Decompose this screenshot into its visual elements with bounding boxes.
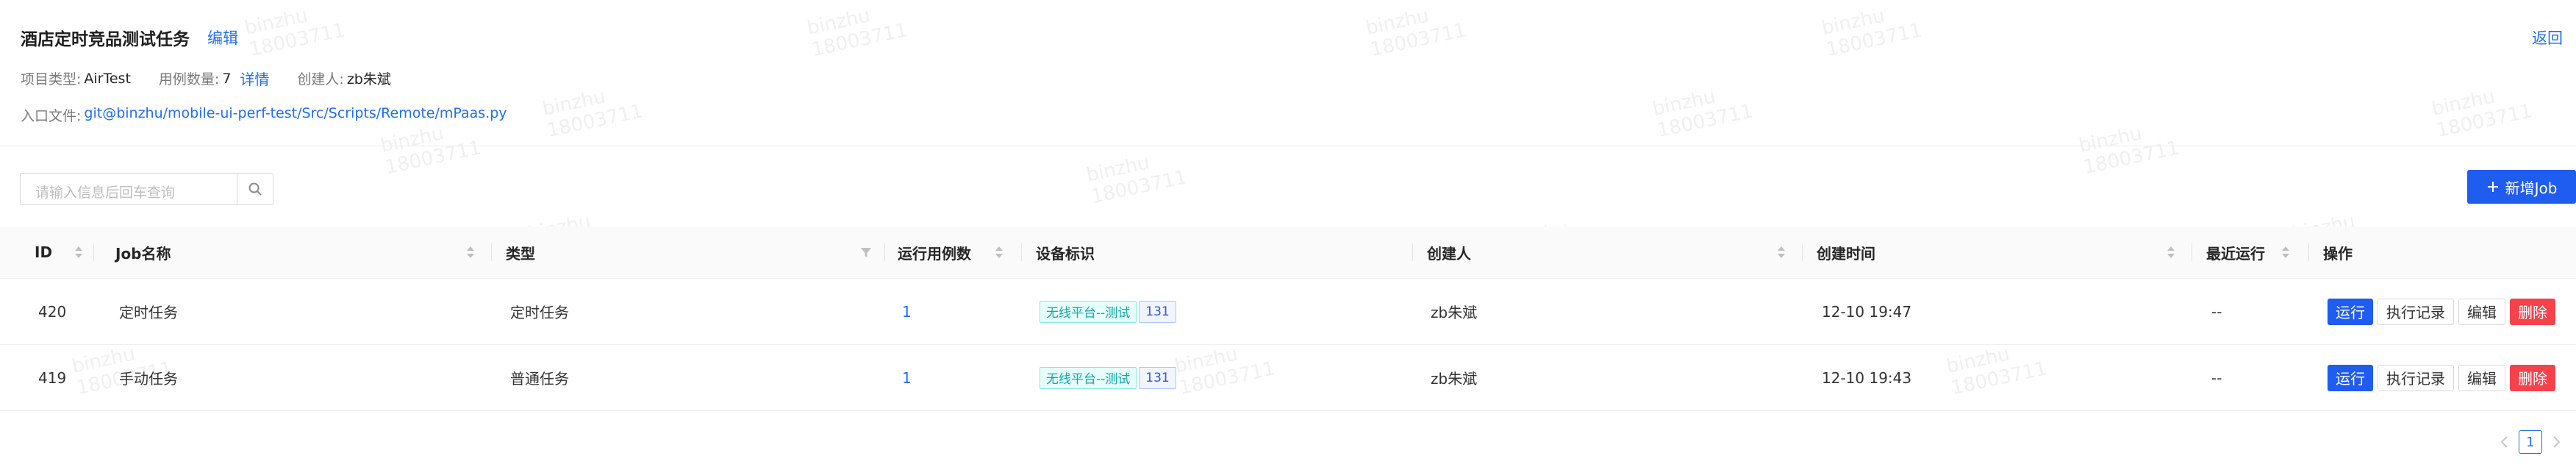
cell-last-run: -- <box>2211 302 2222 321</box>
cell-id: 420 <box>38 302 67 321</box>
watermark: binzhu18003711 <box>2077 122 2182 179</box>
sort-icon[interactable] <box>74 245 84 260</box>
col-header-creator[interactable]: 创建人 <box>1427 227 1471 278</box>
add-job-button[interactable]: 新增Job <box>2467 170 2576 204</box>
task-header: 酒店定时竞品测试任务 编辑 <box>21 25 238 50</box>
watermark: binzhu18003711 <box>805 4 910 62</box>
cell-case-count-link[interactable]: 1 <box>902 279 912 344</box>
table-row: 419 手动任务 普通任务 1 无线平台--测试 131 zb朱斌 12-10 … <box>0 345 2576 411</box>
cell-device: 无线平台--测试 131 <box>1040 279 1176 344</box>
device-count-tag: 131 <box>1139 300 1176 323</box>
cell-creator: zb朱斌 <box>1431 304 1478 321</box>
cell-creator: zb朱斌 <box>1431 370 1478 388</box>
page: binzhu 18003711 binzhu 18003711 binzhu 1800… <box>0 0 2576 467</box>
project-type-label: 项目类型: <box>21 71 82 88</box>
column-separator <box>93 243 94 261</box>
col-header-last-run[interactable]: 最近运行 <box>2206 227 2265 278</box>
column-separator <box>2308 243 2309 261</box>
cell-created-at: 12-10 19:47 <box>1822 302 1912 321</box>
entry-file-label: 入口文件: <box>21 108 82 124</box>
case-count-label: 用例数量: <box>158 71 220 88</box>
column-separator <box>1021 243 1022 261</box>
cell-actions: 运行 执行记录 编辑 删除 <box>2328 345 2555 410</box>
table-header: ID Job名称 类型 运行用例数 设备标识 创建人 创建时间 最近运行 操作 <box>0 227 2576 279</box>
delete-button[interactable]: 删除 <box>2510 298 2555 325</box>
case-detail-link[interactable]: 详情 <box>240 68 269 89</box>
history-button[interactable]: 执行记录 <box>2378 298 2454 325</box>
col-header-case-count[interactable]: 运行用例数 <box>898 227 971 278</box>
column-separator <box>491 243 492 261</box>
case-count-value: 7 <box>222 70 232 87</box>
device-tag: 无线平台--测试 <box>1040 366 1137 389</box>
entry-file-link[interactable]: git@binzhu/mobile-ui-perf-test/Src/Scrip… <box>84 105 507 125</box>
col-header-device: 设备标识 <box>1036 244 1095 263</box>
edit-button[interactable]: 编辑 <box>2458 298 2505 325</box>
cell-type: 普通任务 <box>510 370 569 388</box>
cell-actions: 运行 执行记录 编辑 删除 <box>2328 279 2555 344</box>
col-header-type: 类型 <box>506 244 535 263</box>
watermark: binzhu18003711 <box>243 4 348 62</box>
add-job-label: 新增Job <box>2505 179 2558 197</box>
device-count-tag: 131 <box>1139 366 1176 389</box>
search-icon <box>248 182 262 196</box>
run-button[interactable]: 运行 <box>2328 364 2373 391</box>
delete-button[interactable]: 删除 <box>2510 364 2555 391</box>
project-type-value: AirTest <box>84 70 131 87</box>
search-input[interactable]: 请输入信息后回车查询 <box>20 173 237 205</box>
watermark: binzhu18003711 <box>540 85 645 143</box>
cell-last-run: -- <box>2211 368 2222 387</box>
col-header-created-at[interactable]: 创建时间 <box>1817 227 1875 278</box>
edit-task-link[interactable]: 编辑 <box>207 26 238 49</box>
col-header-job-name[interactable]: Job名称 <box>115 227 171 278</box>
watermark: binzhu18003711 <box>1650 85 1756 143</box>
sort-icon[interactable] <box>465 245 476 260</box>
cell-job-name: 手动任务 <box>119 370 178 388</box>
creator-value: zb朱斌 <box>346 71 391 88</box>
chevron-left-icon[interactable] <box>2500 435 2510 449</box>
page-title: 酒店定时竞品测试任务 <box>21 30 190 49</box>
search-button[interactable] <box>237 173 273 205</box>
page-number-current[interactable]: 1 <box>2519 430 2542 454</box>
watermark: binzhu18003711 <box>2430 85 2535 143</box>
watermark: binzhu18003711 <box>1084 151 1189 209</box>
pagination: 1 <box>2500 430 2561 454</box>
edit-button[interactable]: 编辑 <box>2458 364 2505 391</box>
watermark: binzhu18003711 <box>1820 4 1925 62</box>
cell-case-count-link[interactable]: 1 <box>902 345 912 410</box>
chevron-right-icon[interactable] <box>2551 435 2561 449</box>
cell-type: 定时任务 <box>510 304 569 321</box>
table-row: 420 定时任务 定时任务 1 无线平台--测试 131 zb朱斌 12-10 … <box>0 279 2576 345</box>
col-header-id[interactable]: ID <box>35 227 52 278</box>
cell-created-at: 12-10 19:43 <box>1822 368 1912 387</box>
filter-icon[interactable] <box>860 245 872 260</box>
column-separator <box>884 243 885 261</box>
cell-device: 无线平台--测试 131 <box>1040 345 1176 410</box>
column-separator <box>1412 243 1413 261</box>
task-meta: 项目类型: AirTest 用例数量: 7 详情 创建人: zb朱斌 <box>21 68 391 89</box>
cell-job-name: 定时任务 <box>119 304 178 321</box>
sort-icon[interactable] <box>1776 245 1786 260</box>
column-separator <box>1802 243 1803 261</box>
sort-icon[interactable] <box>2280 245 2291 260</box>
watermark: binzhu18003711 <box>1364 4 1469 62</box>
col-header-actions: 操作 <box>2323 244 2353 263</box>
plus-icon <box>2487 182 2498 192</box>
cell-id: 419 <box>38 368 67 387</box>
device-tag: 无线平台--测试 <box>1040 300 1137 323</box>
back-link[interactable]: 返回 <box>2532 26 2563 49</box>
entry-file: 入口文件: git@binzhu/mobile-ui-perf-test/Src… <box>21 105 507 125</box>
history-button[interactable]: 执行记录 <box>2378 364 2454 391</box>
sort-icon[interactable] <box>2166 245 2176 260</box>
creator-label: 创建人: <box>297 71 344 88</box>
run-button[interactable]: 运行 <box>2328 298 2373 325</box>
sort-icon[interactable] <box>994 245 1004 260</box>
